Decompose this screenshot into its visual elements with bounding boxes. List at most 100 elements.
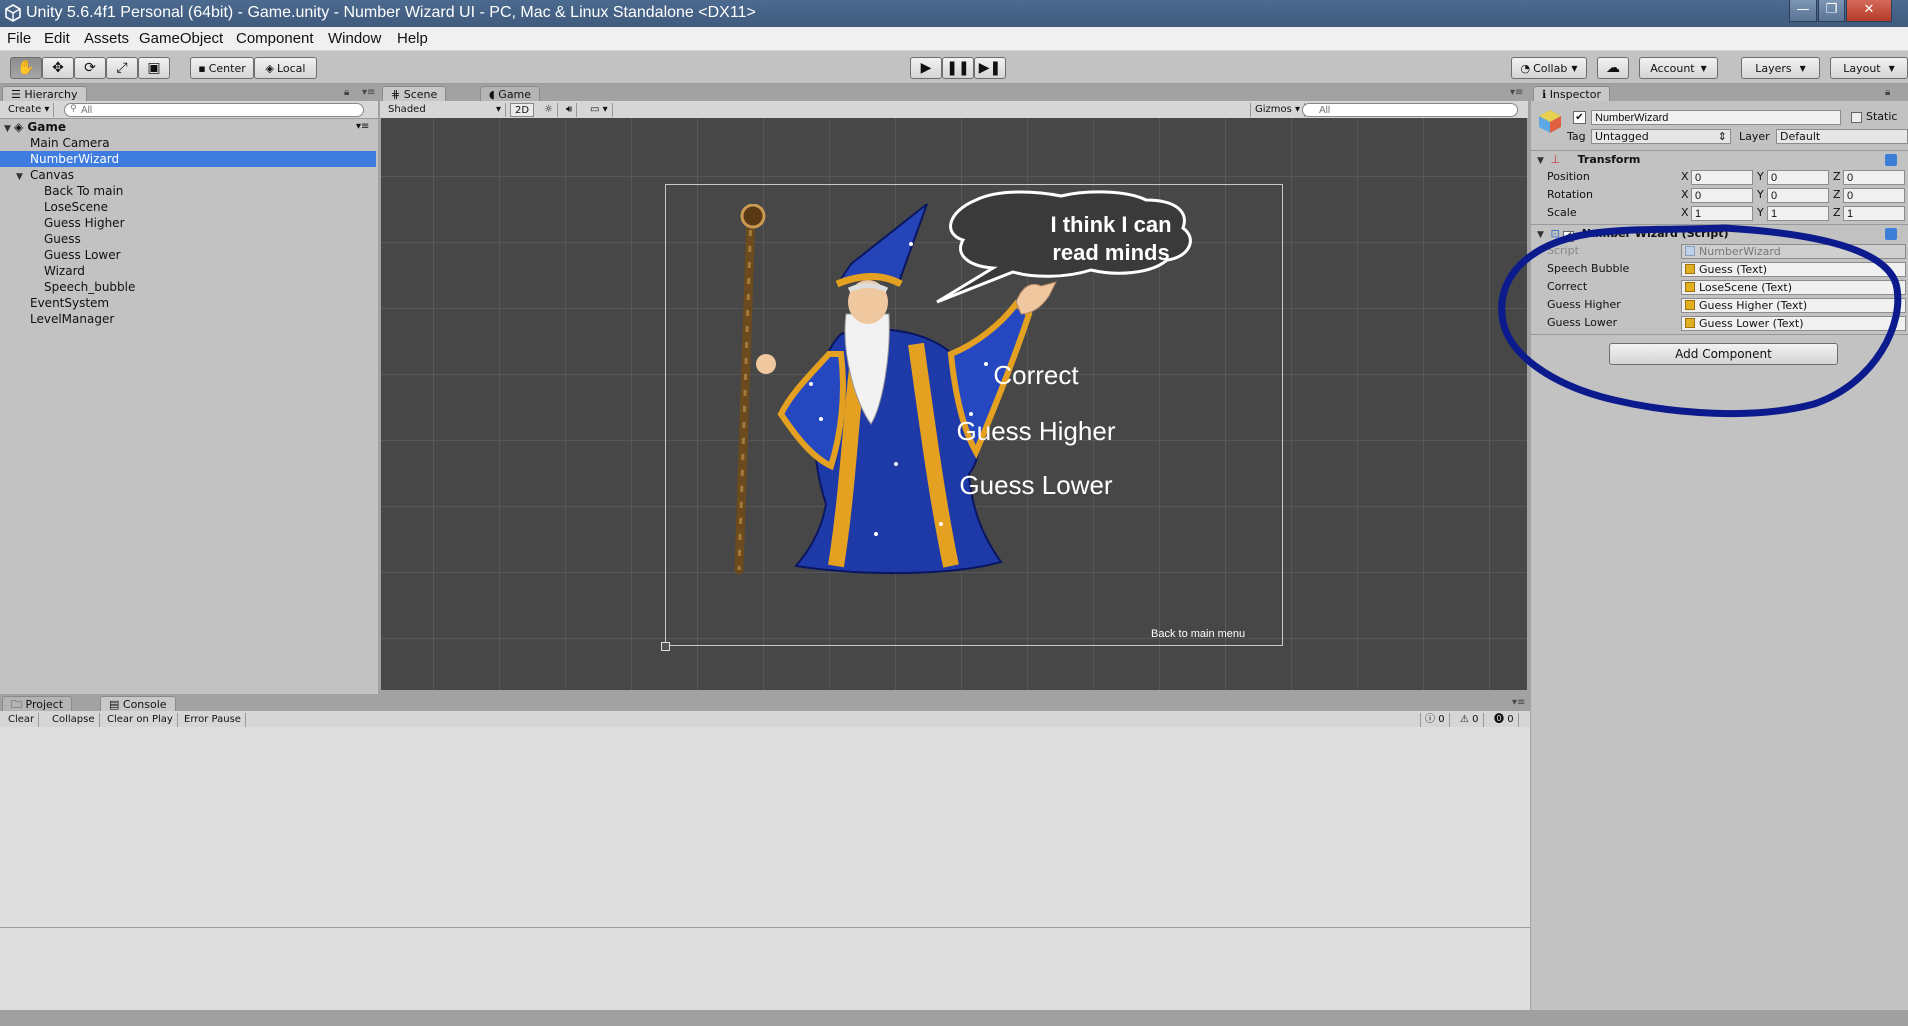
tag-dropdown[interactable]: Untagged ⇕ — [1591, 129, 1731, 144]
script-enabled-checkbox[interactable]: ✔ — [1563, 231, 1575, 242]
scale-y-field[interactable] — [1767, 206, 1829, 221]
collapse-button[interactable]: Collapse — [48, 713, 100, 727]
tab-console[interactable]: ▤ Console — [100, 696, 176, 711]
rotate-tool-button[interactable]: ⟳ — [74, 57, 106, 79]
hierarchy-item[interactable]: Guess — [0, 231, 376, 247]
speech-bubble-field[interactable]: Guess (Text) — [1681, 262, 1906, 277]
2d-toggle[interactable]: 2D — [510, 103, 535, 117]
script-component-header[interactable]: ▼ ⊡ ✔ Number Wizard (Script) — [1531, 225, 1908, 243]
menu-assets[interactable]: Assets — [84, 30, 129, 47]
hierarchy-item[interactable]: Guess Higher — [0, 215, 376, 231]
move-tool-button[interactable]: ✥ — [42, 57, 74, 79]
gizmos-dropdown[interactable]: Gizmos ▾ — [1250, 103, 1306, 117]
tab-game[interactable]: ◖ Game — [480, 86, 541, 101]
correct-text[interactable]: Correct — [961, 360, 1111, 391]
minimize-button[interactable]: — — [1789, 0, 1817, 22]
collab-dropdown[interactable]: ◔ Collab ▼ — [1511, 57, 1587, 79]
scene-root-row[interactable]: ▼ ◈ Game ▾≡ — [0, 119, 376, 135]
tab-hierarchy[interactable]: ☰ Hierarchy — [2, 86, 87, 101]
hierarchy-item[interactable]: Main Camera — [0, 135, 376, 151]
guess-lower-text[interactable]: Guess Lower — [941, 470, 1131, 501]
position-z-field[interactable] — [1843, 170, 1905, 185]
back-to-main-menu-text[interactable]: Back to main menu — [1151, 628, 1245, 640]
rotation-z-field[interactable] — [1843, 188, 1905, 203]
layer-dropdown[interactable]: Default — [1776, 129, 1908, 144]
lighting-toggle[interactable]: ☼ — [540, 103, 558, 117]
pivot-center-button[interactable]: ▪ Center — [190, 57, 254, 79]
scale-z-field[interactable] — [1843, 206, 1905, 221]
hierarchy-search-input[interactable] — [64, 103, 364, 117]
scene-search-input[interactable] — [1302, 103, 1518, 117]
menu-file[interactable]: File — [7, 30, 31, 47]
console-detail-divider[interactable] — [0, 927, 1530, 928]
menu-component[interactable]: Component — [236, 30, 314, 47]
hierarchy-item[interactable]: Wizard — [0, 263, 376, 279]
guess-higher-text[interactable]: Guess Higher — [941, 416, 1131, 447]
maximize-button[interactable]: ❐ — [1818, 0, 1845, 22]
lock-icon[interactable]: 🔒︎ — [344, 87, 349, 98]
menu-window[interactable]: Window — [328, 30, 381, 47]
hierarchy-item[interactable]: Back To main — [0, 183, 376, 199]
hierarchy-item-selected[interactable]: NumberWizard — [0, 151, 376, 167]
hierarchy-item[interactable]: LevelManager — [0, 311, 376, 327]
scale-tool-button[interactable]: ⤢ — [106, 57, 138, 79]
correct-field[interactable]: LoseScene (Text) — [1681, 280, 1906, 295]
hand-tool-button[interactable]: ✋ — [10, 57, 42, 79]
rotation-y-field[interactable] — [1767, 188, 1829, 203]
shading-mode-dropdown[interactable]: Shaded ▾ — [384, 103, 506, 117]
hierarchy-item[interactable]: Speech_bubble — [0, 279, 376, 295]
hierarchy-item[interactable]: LoseScene — [0, 199, 376, 215]
guess-higher-field[interactable]: Guess Higher (Text) — [1681, 298, 1906, 313]
hierarchy-item[interactable]: EventSystem — [0, 295, 376, 311]
account-dropdown[interactable]: Account ▼ — [1639, 57, 1718, 79]
position-x-field[interactable] — [1691, 170, 1753, 185]
step-button[interactable]: ▶❚ — [974, 57, 1006, 79]
menu-help[interactable]: Help — [397, 30, 428, 47]
help-icon[interactable] — [1885, 154, 1897, 166]
layers-dropdown[interactable]: Layers ▼ — [1741, 57, 1820, 79]
menu-gameobject[interactable]: GameObject — [139, 30, 223, 47]
scene-viewport[interactable]: I think I can read minds Correct Guess H… — [381, 118, 1527, 690]
position-y-field[interactable] — [1767, 170, 1829, 185]
object-name-input[interactable] — [1591, 110, 1841, 125]
pivot-local-button[interactable]: ◈ Local — [254, 57, 317, 79]
shading-label: Shaded — [388, 104, 426, 115]
tab-inspector[interactable]: ℹ Inspector — [1533, 86, 1610, 101]
rotation-x-field[interactable] — [1691, 188, 1753, 203]
pause-button[interactable]: ❚❚ — [942, 57, 974, 79]
menu-edit[interactable]: Edit — [44, 30, 70, 47]
transform-header[interactable]: ▼ ⊥ Transform — [1531, 151, 1908, 169]
help-icon[interactable] — [1885, 228, 1897, 240]
panel-menu-icon[interactable]: ▾≡ — [1512, 697, 1525, 708]
static-checkbox[interactable] — [1851, 112, 1862, 123]
tab-scene[interactable]: ⋕ Scene — [382, 86, 447, 101]
effects-dropdown[interactable]: ▭ ▾ — [586, 103, 613, 117]
clear-button[interactable]: Clear — [4, 713, 40, 727]
add-component-button[interactable]: Add Component — [1609, 343, 1838, 365]
layout-dropdown[interactable]: Layout ▼ — [1830, 57, 1908, 79]
active-checkbox[interactable]: ✔ — [1573, 111, 1586, 124]
panel-menu-icon[interactable]: ▾≡ — [1510, 87, 1523, 98]
hierarchy-item[interactable]: Guess Lower — [0, 247, 376, 263]
error-count-toggle[interactable]: ⓿ 0 — [1490, 713, 1519, 727]
guess-lower-field[interactable]: Guess Lower (Text) — [1681, 316, 1906, 331]
console-log-area[interactable] — [0, 727, 1530, 1010]
error-pause-button[interactable]: Error Pause — [180, 713, 246, 727]
hierarchy-item-canvas[interactable]: ▼ Canvas — [0, 167, 376, 183]
play-button[interactable]: ▶ — [910, 57, 942, 79]
tab-project[interactable]: 🗀︎ Project — [2, 696, 73, 711]
close-button[interactable]: ✕ — [1846, 0, 1892, 22]
create-dropdown[interactable]: Create ▾ — [4, 103, 55, 117]
info-count-toggle[interactable]: ⓘ 0 — [1420, 713, 1450, 727]
warning-count-toggle[interactable]: ⚠ 0 — [1456, 713, 1484, 727]
scene-menu-icon[interactable]: ▾≡ — [356, 119, 369, 135]
clear-on-play-button[interactable]: Clear on Play — [103, 713, 178, 727]
panel-menu-icon[interactable]: ▾≡ — [362, 87, 375, 98]
cloud-button[interactable]: ☁ — [1597, 57, 1629, 79]
lock-icon[interactable]: 🔒︎ — [1885, 87, 1890, 98]
canvas-resize-handle[interactable] — [661, 642, 670, 651]
y-axis-label: Y — [1757, 170, 1764, 183]
scale-x-field[interactable] — [1691, 206, 1753, 221]
rect-tool-button[interactable]: ▣ — [138, 57, 170, 79]
audio-toggle[interactable]: 🔊︎ — [562, 103, 578, 117]
